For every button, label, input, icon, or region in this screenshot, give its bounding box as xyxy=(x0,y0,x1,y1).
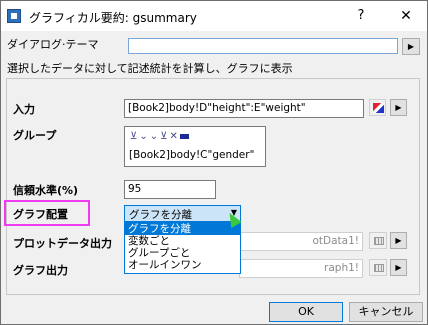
theme-menu-button[interactable]: ▶ xyxy=(402,38,420,55)
plot-output-input[interactable]: otData1! xyxy=(239,232,363,251)
ok-button[interactable]: OK xyxy=(269,302,343,322)
layout-select[interactable]: グラフを分離 ▼ xyxy=(124,205,241,222)
dropdown-option[interactable]: グラフを分離 xyxy=(125,223,240,235)
dropdown-option[interactable]: グループごと xyxy=(125,247,240,259)
input-menu-button[interactable]: ▶ xyxy=(390,99,407,116)
close-button[interactable]: ✕ xyxy=(393,6,419,26)
input-label: 入力 xyxy=(13,103,35,116)
plot-output-browse-button[interactable] xyxy=(369,232,387,249)
group-value: [Book2]body!C"gender" xyxy=(129,149,255,161)
move-top-icon[interactable]: ⊻ xyxy=(130,131,139,142)
group-list[interactable]: ⊻⌄⌄⊻✕ [Book2]body!C"gender" xyxy=(124,126,266,167)
sheet-icon xyxy=(374,237,384,245)
plot-output-label: プロットデータ出力 xyxy=(13,237,112,250)
dialog-theme-input[interactable] xyxy=(128,38,398,54)
app-icon xyxy=(7,9,21,23)
input-field[interactable]: [Book2]body!D"height":E"weight" xyxy=(124,99,364,118)
dialog-description: 選択したデータに対して記述統計を計算し、グラフに表示 xyxy=(7,62,293,75)
delete-icon[interactable]: ✕ xyxy=(169,131,179,142)
confidence-label: 信頼水準(%) xyxy=(13,184,79,197)
play-icon: ▶ xyxy=(395,103,402,112)
move-down-icon[interactable]: ⌄ xyxy=(150,131,160,142)
cancel-button[interactable]: キャンセル xyxy=(349,302,423,322)
confidence-input[interactable]: 95 xyxy=(124,180,216,199)
dialog-theme-label: ダイアログ·テーマ xyxy=(7,38,99,51)
graph-output-input[interactable]: raph1! xyxy=(239,259,363,278)
layout-label: グラフ配置 xyxy=(13,208,68,221)
layout-dropdown-list[interactable]: グラフを分離 変数ごと グループごと オールインワン xyxy=(124,222,241,274)
column-select-icon xyxy=(373,103,384,113)
select-columns-button[interactable] xyxy=(369,99,386,116)
dropdown-option[interactable]: 変数ごと xyxy=(125,235,240,247)
group-toolbar[interactable]: ⊻⌄⌄⊻✕ xyxy=(130,131,189,142)
group-label: グループ xyxy=(13,129,57,142)
play-icon: ▶ xyxy=(395,263,402,272)
add-range-icon[interactable] xyxy=(179,133,189,139)
help-button[interactable]: ? xyxy=(349,6,373,26)
plot-output-menu-button[interactable]: ▶ xyxy=(390,232,407,249)
graph-output-menu-button[interactable]: ▶ xyxy=(390,259,407,276)
move-up-icon[interactable]: ⌄ xyxy=(139,131,149,142)
dialog-window: グラフィカル要約: gsummary ? ✕ ダイアログ·テーマ ▶ 選択したデ… xyxy=(0,0,428,325)
play-icon: ▶ xyxy=(395,236,402,245)
title-bar: グラフィカル要約: gsummary ? ✕ xyxy=(1,1,427,31)
layout-select-value: グラフを分離 xyxy=(129,209,192,221)
dropdown-option[interactable]: オールインワン xyxy=(125,259,240,271)
sheet-icon xyxy=(374,264,384,272)
graph-output-browse-button[interactable] xyxy=(369,259,387,276)
graph-output-label: グラフ出力 xyxy=(13,264,68,277)
window-title: グラフィカル要約: gsummary xyxy=(29,11,197,25)
